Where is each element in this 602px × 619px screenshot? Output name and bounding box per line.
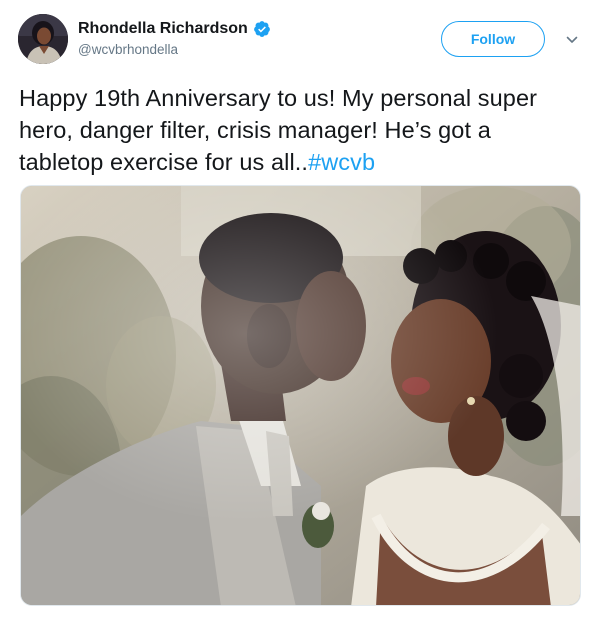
chevron-down-icon[interactable]: [565, 33, 579, 47]
tweet-card: Rhondella Richardson @wcvbrhondella Foll…: [0, 0, 602, 619]
display-name-row: Rhondella Richardson: [78, 18, 271, 40]
hashtag-link[interactable]: #wcvb: [308, 149, 375, 175]
avatar-image: [18, 14, 68, 64]
user-names: Rhondella Richardson @wcvbrhondella: [78, 18, 271, 57]
user-handle[interactable]: @wcvbrhondella: [78, 42, 271, 57]
avatar[interactable]: [18, 14, 68, 64]
display-name[interactable]: Rhondella Richardson: [78, 20, 248, 38]
follow-button[interactable]: Follow: [441, 21, 545, 57]
tweet-body: Happy 19th Anniversary to us! My persona…: [19, 85, 538, 175]
verified-badge-icon: [253, 20, 271, 38]
wedding-kiss-photo: [21, 186, 580, 605]
tweet-photo[interactable]: [20, 185, 581, 606]
tweet-header: Rhondella Richardson @wcvbrhondella Foll…: [18, 14, 584, 64]
tweet-text: Happy 19th Anniversary to us! My persona…: [19, 82, 579, 178]
